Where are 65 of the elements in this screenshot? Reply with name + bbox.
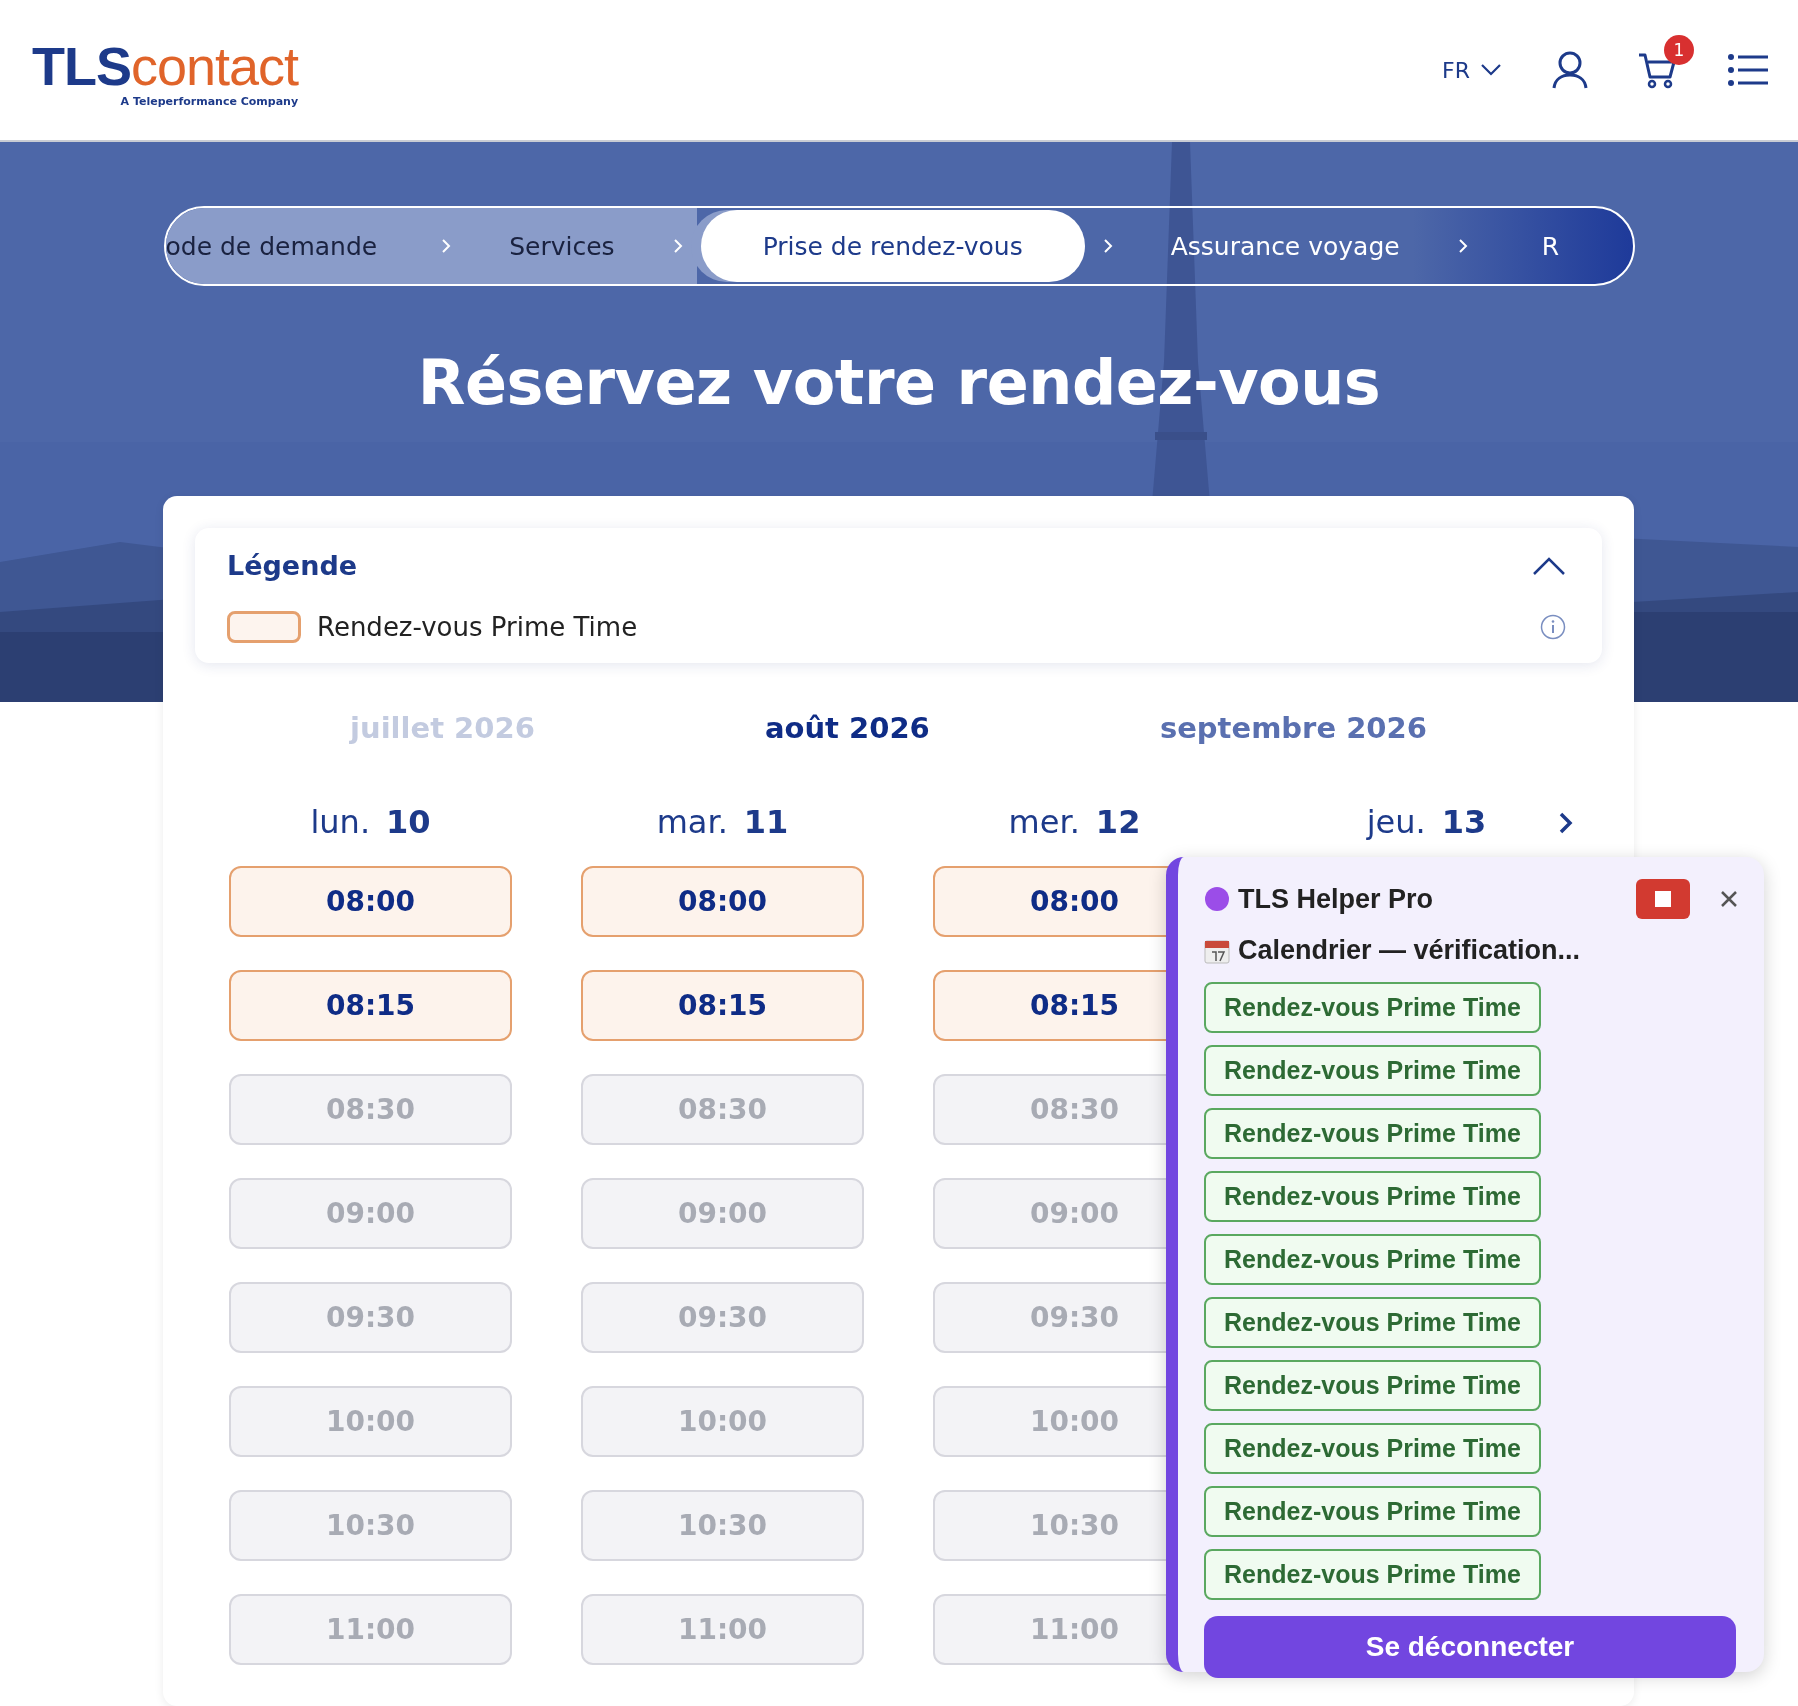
month-tab[interactable]: juillet 2026 [350,711,535,745]
chevron-right-icon [672,238,683,254]
chevron-right-icon [1102,238,1113,254]
time-slot[interactable]: 08:00 [229,866,512,937]
time-slot[interactable]: 10:00 [229,1386,512,1457]
result-tag: Rendez-vous Prime Time [1204,1045,1541,1096]
result-tag: Rendez-vous Prime Time [1204,1549,1541,1600]
result-tag: Rendez-vous Prime Time [1204,1297,1541,1348]
time-slot[interactable]: 09:00 [229,1178,512,1249]
result-tag: Rendez-vous Prime Time [1204,1108,1541,1159]
cart-count-badge: 1 [1664,35,1694,65]
close-icon[interactable] [1720,890,1738,908]
time-slot[interactable]: 09:00 [581,1178,864,1249]
day-number: 12 [1095,803,1141,841]
day-number: 10 [386,803,431,841]
weekday-label: mar. [656,803,728,841]
time-slot[interactable]: 08:30 [229,1074,512,1145]
result-tag: Rendez-vous Prime Time [1204,1360,1541,1411]
breadcrumb-step[interactable]: Services [465,208,659,284]
chevron-down-icon [1480,63,1502,77]
result-tag: Rendez-vous Prime Time [1204,1234,1541,1285]
info-icon[interactable] [1540,614,1566,640]
chevron-right-icon [441,238,452,254]
user-icon[interactable] [1552,51,1588,89]
time-slot[interactable]: 10:30 [229,1490,512,1561]
time-slot[interactable]: 08:15 [229,970,512,1041]
result-tag: Rendez-vous Prime Time [1204,1171,1541,1222]
month-tab[interactable]: septembre 2026 [1159,711,1427,745]
result-tag: Rendez-vous Prime Time [1204,1423,1541,1474]
day-number: 11 [743,803,789,841]
time-slot[interactable]: 11:00 [581,1594,864,1665]
day-number: 13 [1441,803,1487,841]
logout-button[interactable]: Se déconnecter [1204,1616,1736,1678]
result-tag: Rendez-vous Prime Time [1204,1486,1541,1537]
stop-button[interactable] [1636,879,1690,919]
month-tab[interactable]: août 2026 [764,711,930,745]
language-selector[interactable]: FR [1442,57,1502,83]
weekday-label: mer. [1008,803,1080,841]
stop-icon [1655,891,1671,907]
time-slot[interactable]: 08:30 [581,1074,864,1145]
helper-title: TLS Helper Pro [1238,883,1435,915]
page-title: Réservez votre rendez-vous [417,346,1381,419]
chevron-up-icon[interactable] [1532,555,1566,576]
logo[interactable]: TLScontact A Teleperformance Company [32,38,299,108]
chevron-right-icon[interactable] [1558,811,1574,835]
time-slot[interactable]: 10:30 [581,1490,864,1561]
chevron-right-icon [1457,238,1468,254]
menu-icon[interactable] [1728,54,1768,86]
time-slot[interactable]: 10:00 [581,1386,864,1457]
calendar-icon [1204,937,1230,964]
weekday-label: lun. [310,803,371,841]
result-tag: Rendez-vous Prime Time [1204,982,1541,1033]
legend-title: Légende [227,550,358,581]
legend-label: Rendez-vous Prime Time [317,612,639,642]
breadcrumb-step[interactable]: ode de demande [165,208,428,284]
weekday-label: jeu. [1366,803,1426,841]
breadcrumb-step[interactable]: Assurance voyage [1126,208,1444,284]
time-slot[interactable]: 09:30 [229,1282,512,1353]
time-slot[interactable]: 11:00 [229,1594,512,1665]
time-slot[interactable]: 08:00 [581,866,864,937]
time-slot[interactable]: 09:30 [581,1282,864,1353]
time-slot[interactable]: 08:15 [581,970,864,1041]
status-dot-icon [1204,886,1230,912]
breadcrumb-step[interactable]: R [1481,208,1560,284]
status-text: Calendrier — vérification... [1238,935,1581,966]
